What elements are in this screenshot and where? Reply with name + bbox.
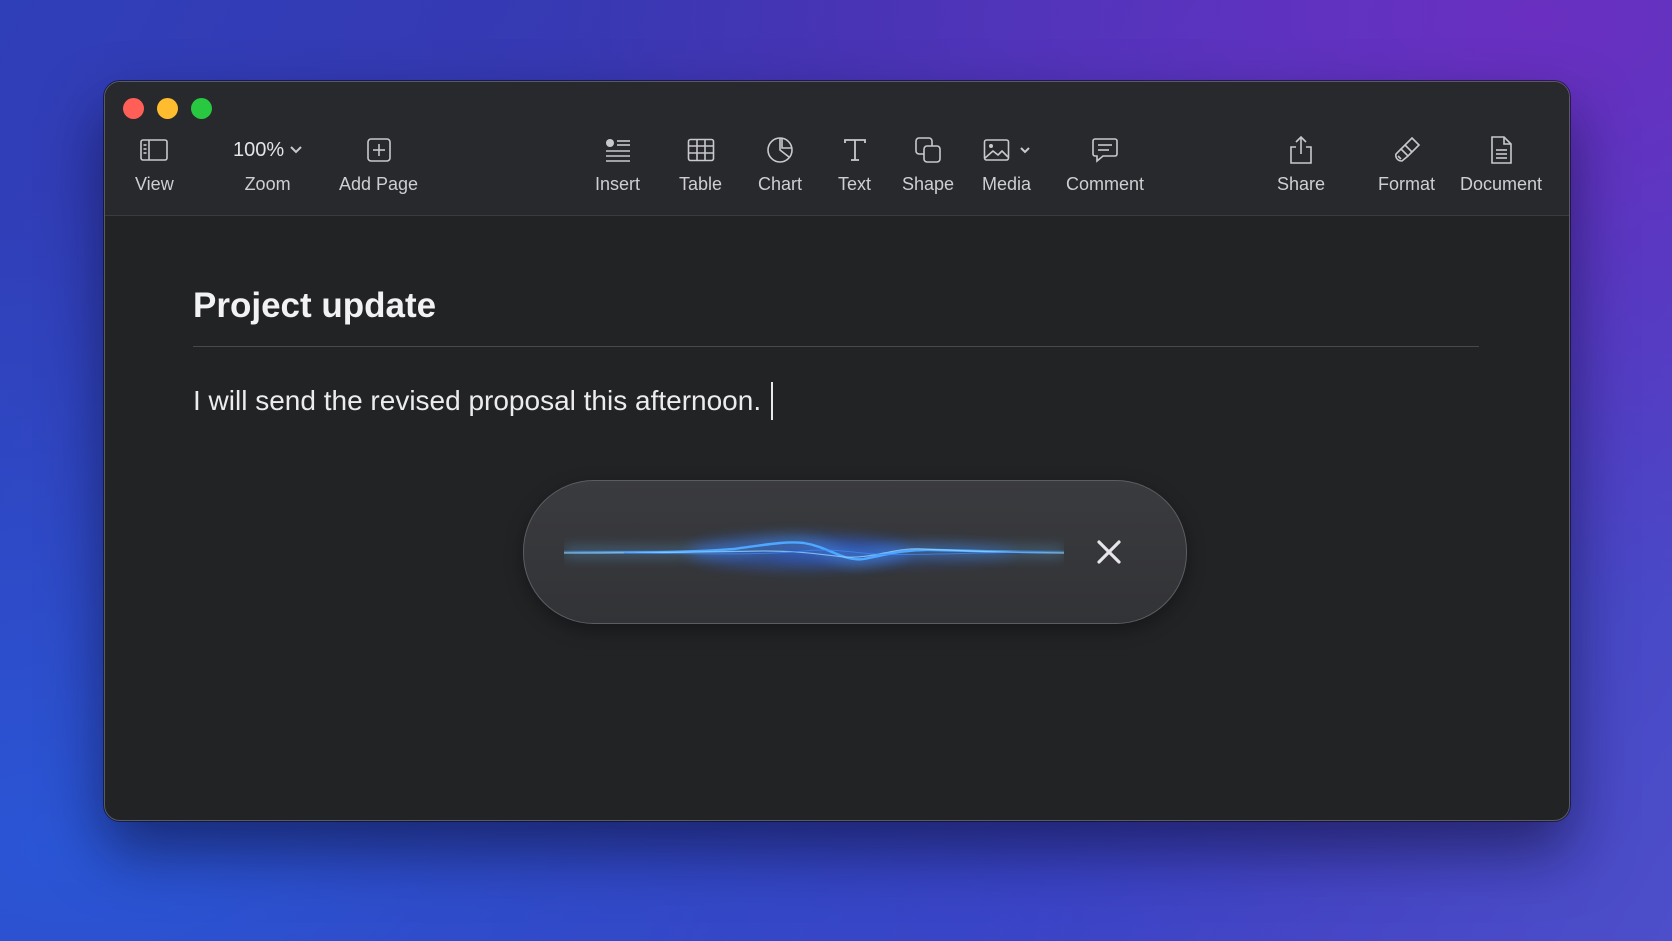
chart-button[interactable]: Chart <box>758 134 802 195</box>
table-button[interactable]: Table <box>679 134 722 195</box>
close-window-button[interactable] <box>123 98 144 119</box>
toolbar: View 100% Zoom Add Page Insert Table Cha… <box>105 82 1569 216</box>
zoom-label: Zoom <box>244 174 291 194</box>
table-icon <box>687 134 715 166</box>
close-dictation-button[interactable] <box>1090 533 1128 571</box>
chart-label: Chart <box>758 174 803 194</box>
add-page-button[interactable]: Add Page <box>339 134 418 195</box>
close-icon <box>1097 540 1121 564</box>
dictation-panel <box>523 480 1187 624</box>
comment-label: Comment <box>1066 174 1145 194</box>
media-icon <box>983 134 1031 166</box>
insert-list-icon <box>604 134 632 166</box>
table-label: Table <box>679 174 723 194</box>
document-body[interactable]: I will send the revised proposal this af… <box>193 382 774 420</box>
text-icon <box>842 134 868 166</box>
share-label: Share <box>1277 174 1326 194</box>
zoom-menu[interactable]: 100% Zoom <box>233 134 302 195</box>
sidebar-icon <box>140 134 169 166</box>
format-label: Format <box>1378 174 1436 194</box>
share-icon <box>1288 134 1314 166</box>
add-page-label: Add Page <box>339 174 419 194</box>
zoom-window-button[interactable] <box>191 98 212 119</box>
chevron-down-icon <box>290 146 302 154</box>
voice-waveform <box>564 536 1064 568</box>
document-icon <box>1489 134 1513 166</box>
document-title[interactable]: Project update <box>193 286 436 326</box>
title-divider <box>193 346 1479 347</box>
paintbrush-icon <box>1393 134 1421 166</box>
shape-button[interactable]: Shape <box>902 134 954 195</box>
media-button[interactable]: Media <box>982 134 1031 195</box>
comment-button[interactable]: Comment <box>1066 134 1144 195</box>
text-label: Text <box>838 174 872 194</box>
document-button[interactable]: Document <box>1460 134 1542 195</box>
view-label: View <box>135 174 174 194</box>
document-label: Document <box>1460 174 1543 194</box>
format-button[interactable]: Format <box>1378 134 1435 195</box>
text-cursor <box>771 382 774 420</box>
share-button[interactable]: Share <box>1277 134 1325 195</box>
zoom-value: 100% <box>233 138 285 161</box>
media-label: Media <box>982 174 1032 194</box>
insert-button[interactable]: Insert <box>595 134 640 195</box>
insert-label: Insert <box>595 174 641 194</box>
pages-window: View 100% Zoom Add Page Insert Table Cha… <box>104 81 1570 821</box>
minimize-window-button[interactable] <box>157 98 178 119</box>
traffic-lights <box>123 98 212 119</box>
shape-icon <box>914 134 942 166</box>
pie-chart-icon <box>766 134 794 166</box>
text-button[interactable]: Text <box>838 134 871 195</box>
comment-icon <box>1091 134 1119 166</box>
view-button[interactable]: View <box>135 134 174 195</box>
shape-label: Shape <box>902 174 955 194</box>
body-text: I will send the revised proposal this af… <box>193 385 762 416</box>
add-page-icon <box>366 134 392 166</box>
